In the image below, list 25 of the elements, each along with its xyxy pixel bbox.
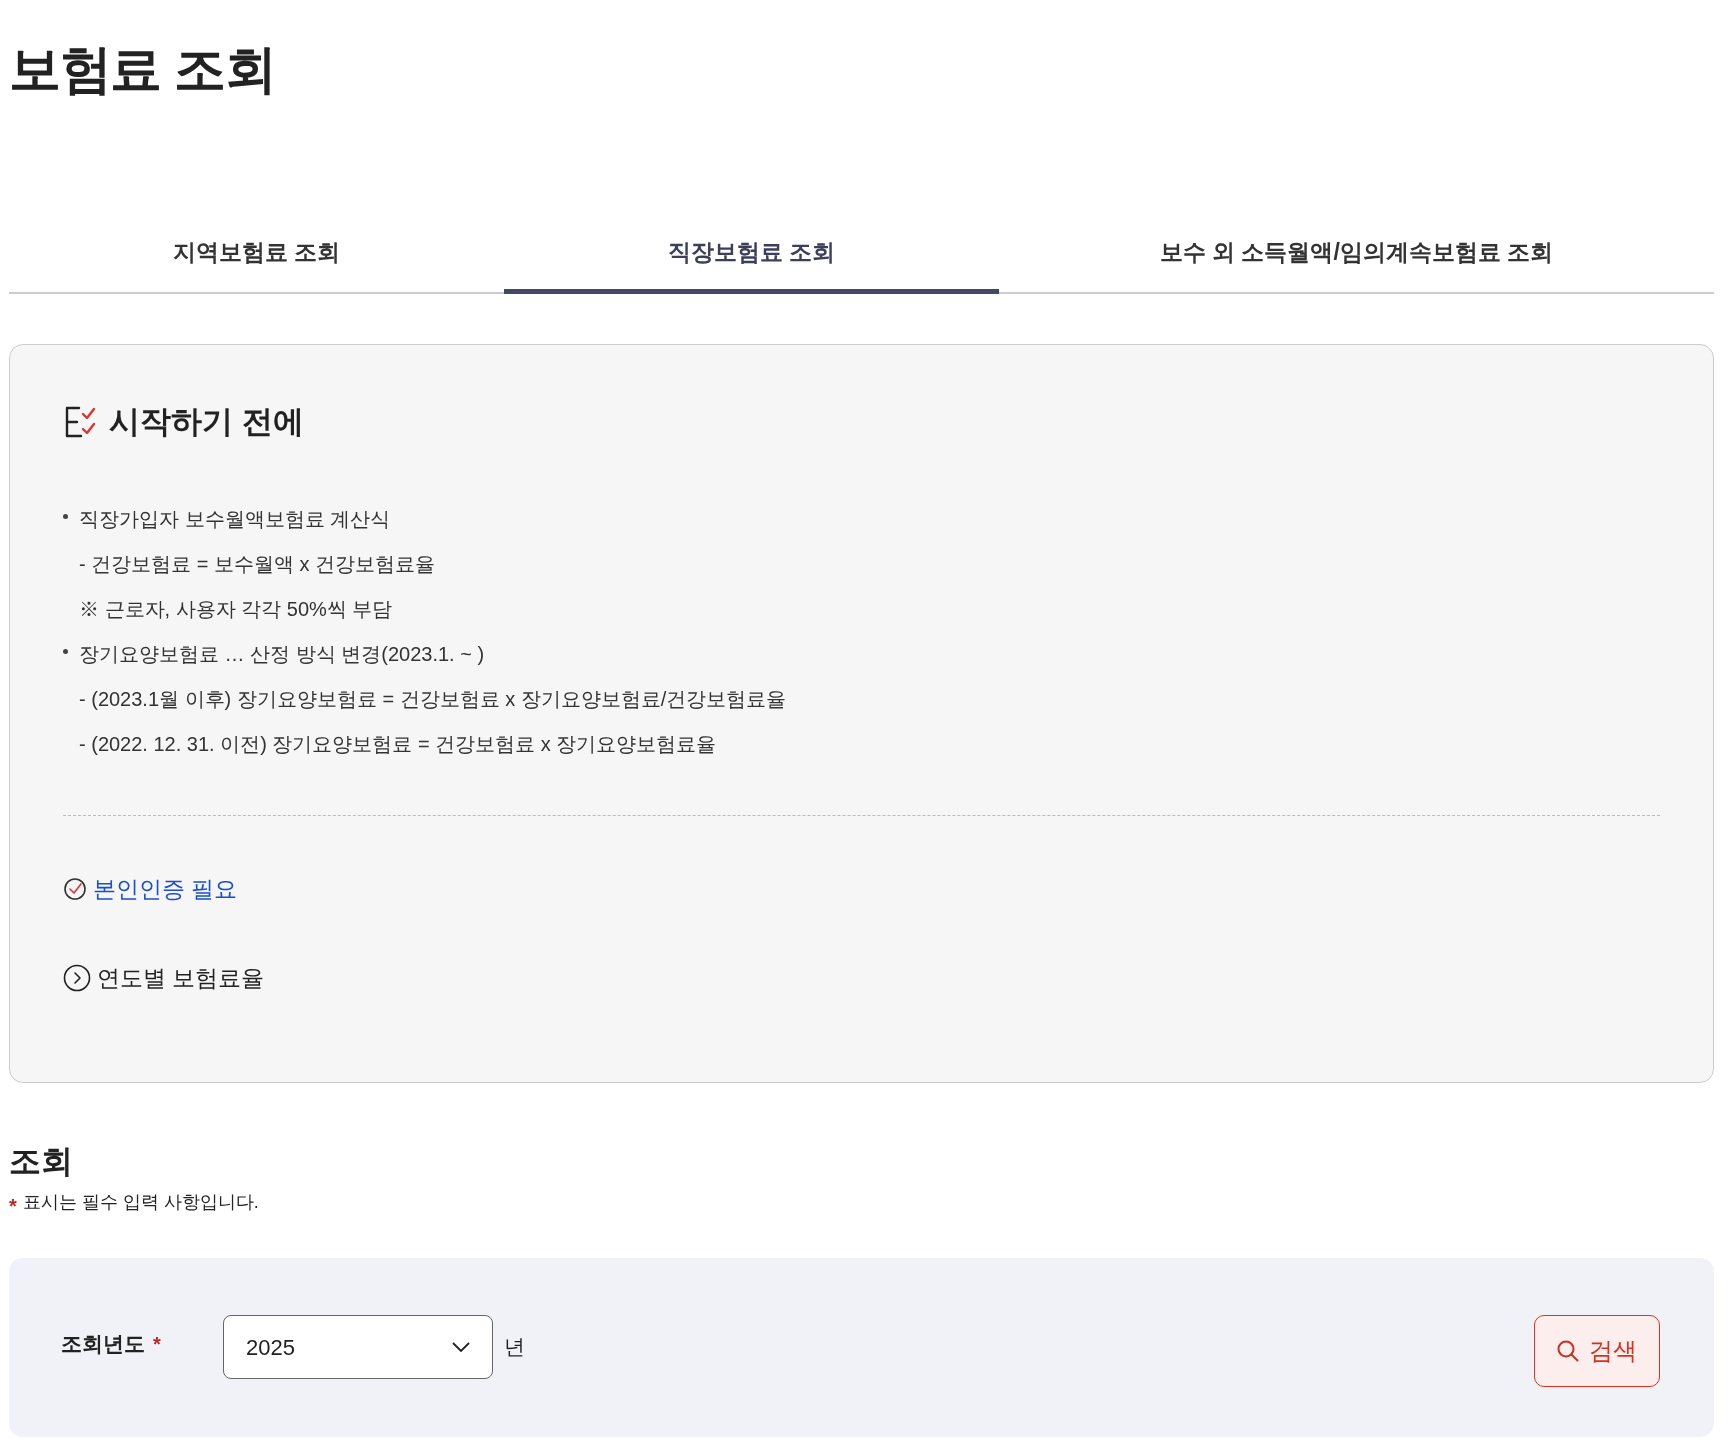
tab[interactable]: 직장보험료 조회 [504,216,999,294]
notice-text: 직장가입자 보수월액보험료 계산식 [79,506,391,532]
link[interactable]: 연도별 보험료율 [63,961,265,996]
page-title: 보험료 조회 [9,39,277,100]
required-mark: * [9,1193,17,1219]
notice-text: ※ 근로자, 사용자 각각 50%씩 부담 [79,596,393,622]
tab[interactable]: 보수 외 소득월액/임의계속보험료 조회 [999,216,1714,294]
required-note: 표시는 필수 입력 사항입니다. [22,1191,259,1214]
section-title: 조회 [9,1141,74,1181]
search-icon [1557,1340,1579,1362]
notice-text: - 건강보험료 = 보수월액 x 건강보험료율 [79,551,436,577]
notice-text: 장기요양보험료 … 산정 방식 변경(2023.1. ~ ) [79,641,485,667]
search-button[interactable]: 검색 [1534,1315,1660,1387]
notice-title: 시작하기 전에 [109,403,304,441]
required-mark: * [153,1332,161,1357]
field-label: 조회년도 [61,1331,145,1358]
tab[interactable]: 지역보험료 조회 [9,216,504,294]
year-select[interactable]: 2025 [223,1315,493,1379]
notice-text: - (2022. 12. 31. 이전) 장기요양보험료 = 건강보험료 x 장기요양보험료율 [79,731,717,757]
notice-text: - (2023.1월 이후) 장기요양보험료 = 건강보험료 x 장기요양보험료/건강보험료율 [79,686,787,712]
check-circle-icon [63,876,87,901]
chevron-circle-icon [63,964,91,993]
link[interactable]: 본인인증 필요 [63,871,238,906]
chevron-down-icon [452,1342,470,1352]
unit-label: 년 [504,1334,525,1361]
